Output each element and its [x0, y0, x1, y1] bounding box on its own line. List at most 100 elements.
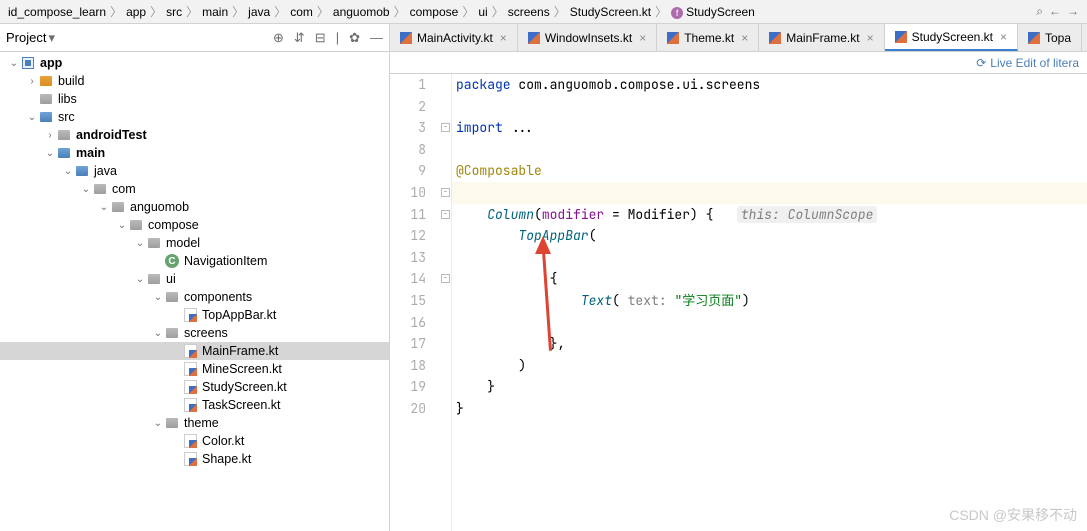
- tree-label: compose: [148, 218, 199, 232]
- crumb-function[interactable]: StudyScreen: [671, 5, 755, 19]
- tree-item[interactable]: TopAppBar.kt: [0, 306, 389, 324]
- editor-tab[interactable]: WindowInsets.kt×: [518, 24, 657, 51]
- tree-label: NavigationItem: [184, 254, 267, 268]
- fold-cell[interactable]: −: [440, 117, 451, 139]
- forward-icon[interactable]: →: [1067, 4, 1079, 19]
- tree-item[interactable]: ⌄src: [0, 108, 389, 126]
- tree-item[interactable]: ⌄screens: [0, 324, 389, 342]
- fold-cell[interactable]: [440, 398, 451, 420]
- fold-cell[interactable]: [440, 247, 451, 269]
- crumb[interactable]: screens: [508, 5, 550, 19]
- tree-toggle-icon[interactable]: ›: [44, 130, 56, 141]
- tree-item[interactable]: MineScreen.kt: [0, 360, 389, 378]
- tree-item[interactable]: ›androidTest: [0, 126, 389, 144]
- fold-cell[interactable]: [440, 96, 451, 118]
- fold-cell[interactable]: [440, 376, 451, 398]
- fold-cell[interactable]: −: [440, 268, 451, 290]
- search-icon[interactable]: ⌕: [1036, 4, 1043, 19]
- tree-toggle-icon[interactable]: ⌄: [44, 148, 56, 159]
- expand-all-icon[interactable]: ⇵: [294, 30, 305, 46]
- tree-toggle-icon[interactable]: ⌄: [134, 274, 146, 285]
- live-edit-banner[interactable]: ⟳ Live Edit of litera: [390, 52, 1087, 74]
- tree-item[interactable]: MainFrame.kt: [0, 342, 389, 360]
- fold-cell[interactable]: [440, 355, 451, 377]
- fold-icon[interactable]: −: [441, 188, 450, 197]
- collapse-all-icon[interactable]: ⊟: [315, 30, 326, 46]
- close-icon[interactable]: ×: [867, 31, 874, 45]
- fold-icon[interactable]: −: [441, 210, 450, 219]
- close-icon[interactable]: ×: [741, 31, 748, 45]
- tree-item[interactable]: ⌄theme: [0, 414, 389, 432]
- tree-item[interactable]: StudyScreen.kt: [0, 378, 389, 396]
- close-icon[interactable]: ×: [500, 31, 507, 45]
- crumb[interactable]: com: [290, 5, 313, 19]
- editor-tab[interactable]: Topa: [1018, 24, 1082, 51]
- tree-item[interactable]: TaskScreen.kt: [0, 396, 389, 414]
- kt-icon: [182, 307, 198, 323]
- crumb[interactable]: StudyScreen.kt: [570, 5, 651, 19]
- tree-toggle-icon[interactable]: ⌄: [152, 328, 164, 339]
- tree-item[interactable]: ⌄java: [0, 162, 389, 180]
- tree-item[interactable]: ›build: [0, 72, 389, 90]
- tree-item[interactable]: ⌄anguomob: [0, 198, 389, 216]
- tree-toggle-icon[interactable]: ⌄: [152, 292, 164, 303]
- crumb[interactable]: app: [126, 5, 146, 19]
- fold-cell[interactable]: [440, 74, 451, 96]
- tree-toggle-icon[interactable]: ⌄: [152, 418, 164, 429]
- editor-tab[interactable]: MainFrame.kt×: [759, 24, 884, 51]
- editor-tab[interactable]: MainActivity.kt×: [390, 24, 518, 51]
- tree-toggle-icon[interactable]: ›: [26, 76, 38, 87]
- fold-cell[interactable]: [440, 139, 451, 161]
- crumb[interactable]: ui: [478, 5, 487, 19]
- fold-cell[interactable]: [440, 225, 451, 247]
- tree-item[interactable]: ⌄components: [0, 288, 389, 306]
- fold-icon[interactable]: −: [441, 274, 450, 283]
- crumb[interactable]: compose: [410, 5, 459, 19]
- tree-toggle-icon[interactable]: ⌄: [116, 220, 128, 231]
- fold-gutter[interactable]: − − − −: [440, 74, 452, 531]
- fold-cell[interactable]: [440, 333, 451, 355]
- tree-toggle-icon[interactable]: ⌄: [134, 238, 146, 249]
- tree-toggle-icon[interactable]: ⌄: [80, 184, 92, 195]
- hide-icon[interactable]: —: [370, 30, 383, 46]
- settings-icon[interactable]: ✿: [349, 30, 360, 46]
- close-icon[interactable]: ×: [639, 31, 646, 45]
- code-content[interactable]: package com.anguomob.compose.ui.screens …: [452, 74, 1087, 531]
- project-tree[interactable]: ⌄app›buildlibs⌄src›androidTest⌄main⌄java…: [0, 52, 389, 531]
- project-panel-title[interactable]: Project: [6, 30, 46, 45]
- crumb[interactable]: anguomob: [333, 5, 390, 19]
- crumb[interactable]: id_compose_learn: [8, 5, 106, 19]
- kotlin-file-icon: [528, 32, 540, 44]
- fold-cell[interactable]: [440, 160, 451, 182]
- tree-toggle-icon[interactable]: ⌄: [26, 112, 38, 123]
- tree-item[interactable]: CNavigationItem: [0, 252, 389, 270]
- tree-item[interactable]: Shape.kt: [0, 450, 389, 468]
- line-number: 17: [390, 333, 426, 355]
- chevron-down-icon[interactable]: ▾: [48, 30, 55, 46]
- close-icon[interactable]: ×: [1000, 30, 1007, 44]
- fold-cell[interactable]: −: [440, 182, 451, 204]
- tree-item[interactable]: ⌄com: [0, 180, 389, 198]
- select-opened-icon[interactable]: ⊕: [273, 30, 284, 46]
- tree-toggle-icon[interactable]: ⌄: [62, 166, 74, 177]
- code-area[interactable]: 123891011121314151617181920 −−−− package…: [390, 74, 1087, 531]
- fold-cell[interactable]: [440, 290, 451, 312]
- tree-toggle-icon[interactable]: ⌄: [98, 202, 110, 213]
- crumb[interactable]: main: [202, 5, 228, 19]
- editor-tab[interactable]: StudyScreen.kt×: [885, 24, 1018, 51]
- tree-toggle-icon[interactable]: ⌄: [8, 58, 20, 69]
- editor-tab[interactable]: Theme.kt×: [657, 24, 759, 51]
- tree-item[interactable]: ⌄ compose: [0, 216, 389, 234]
- tree-item[interactable]: ⌄main: [0, 144, 389, 162]
- fold-cell[interactable]: −: [440, 204, 451, 226]
- tree-item[interactable]: Color.kt: [0, 432, 389, 450]
- tree-item[interactable]: ⌄app: [0, 54, 389, 72]
- tree-item[interactable]: ⌄model: [0, 234, 389, 252]
- crumb[interactable]: src: [166, 5, 182, 19]
- tree-item[interactable]: libs: [0, 90, 389, 108]
- tree-item[interactable]: ⌄ui: [0, 270, 389, 288]
- back-icon[interactable]: ←: [1049, 4, 1061, 19]
- fold-cell[interactable]: [440, 312, 451, 334]
- fold-icon[interactable]: −: [441, 123, 450, 132]
- crumb[interactable]: java: [248, 5, 270, 19]
